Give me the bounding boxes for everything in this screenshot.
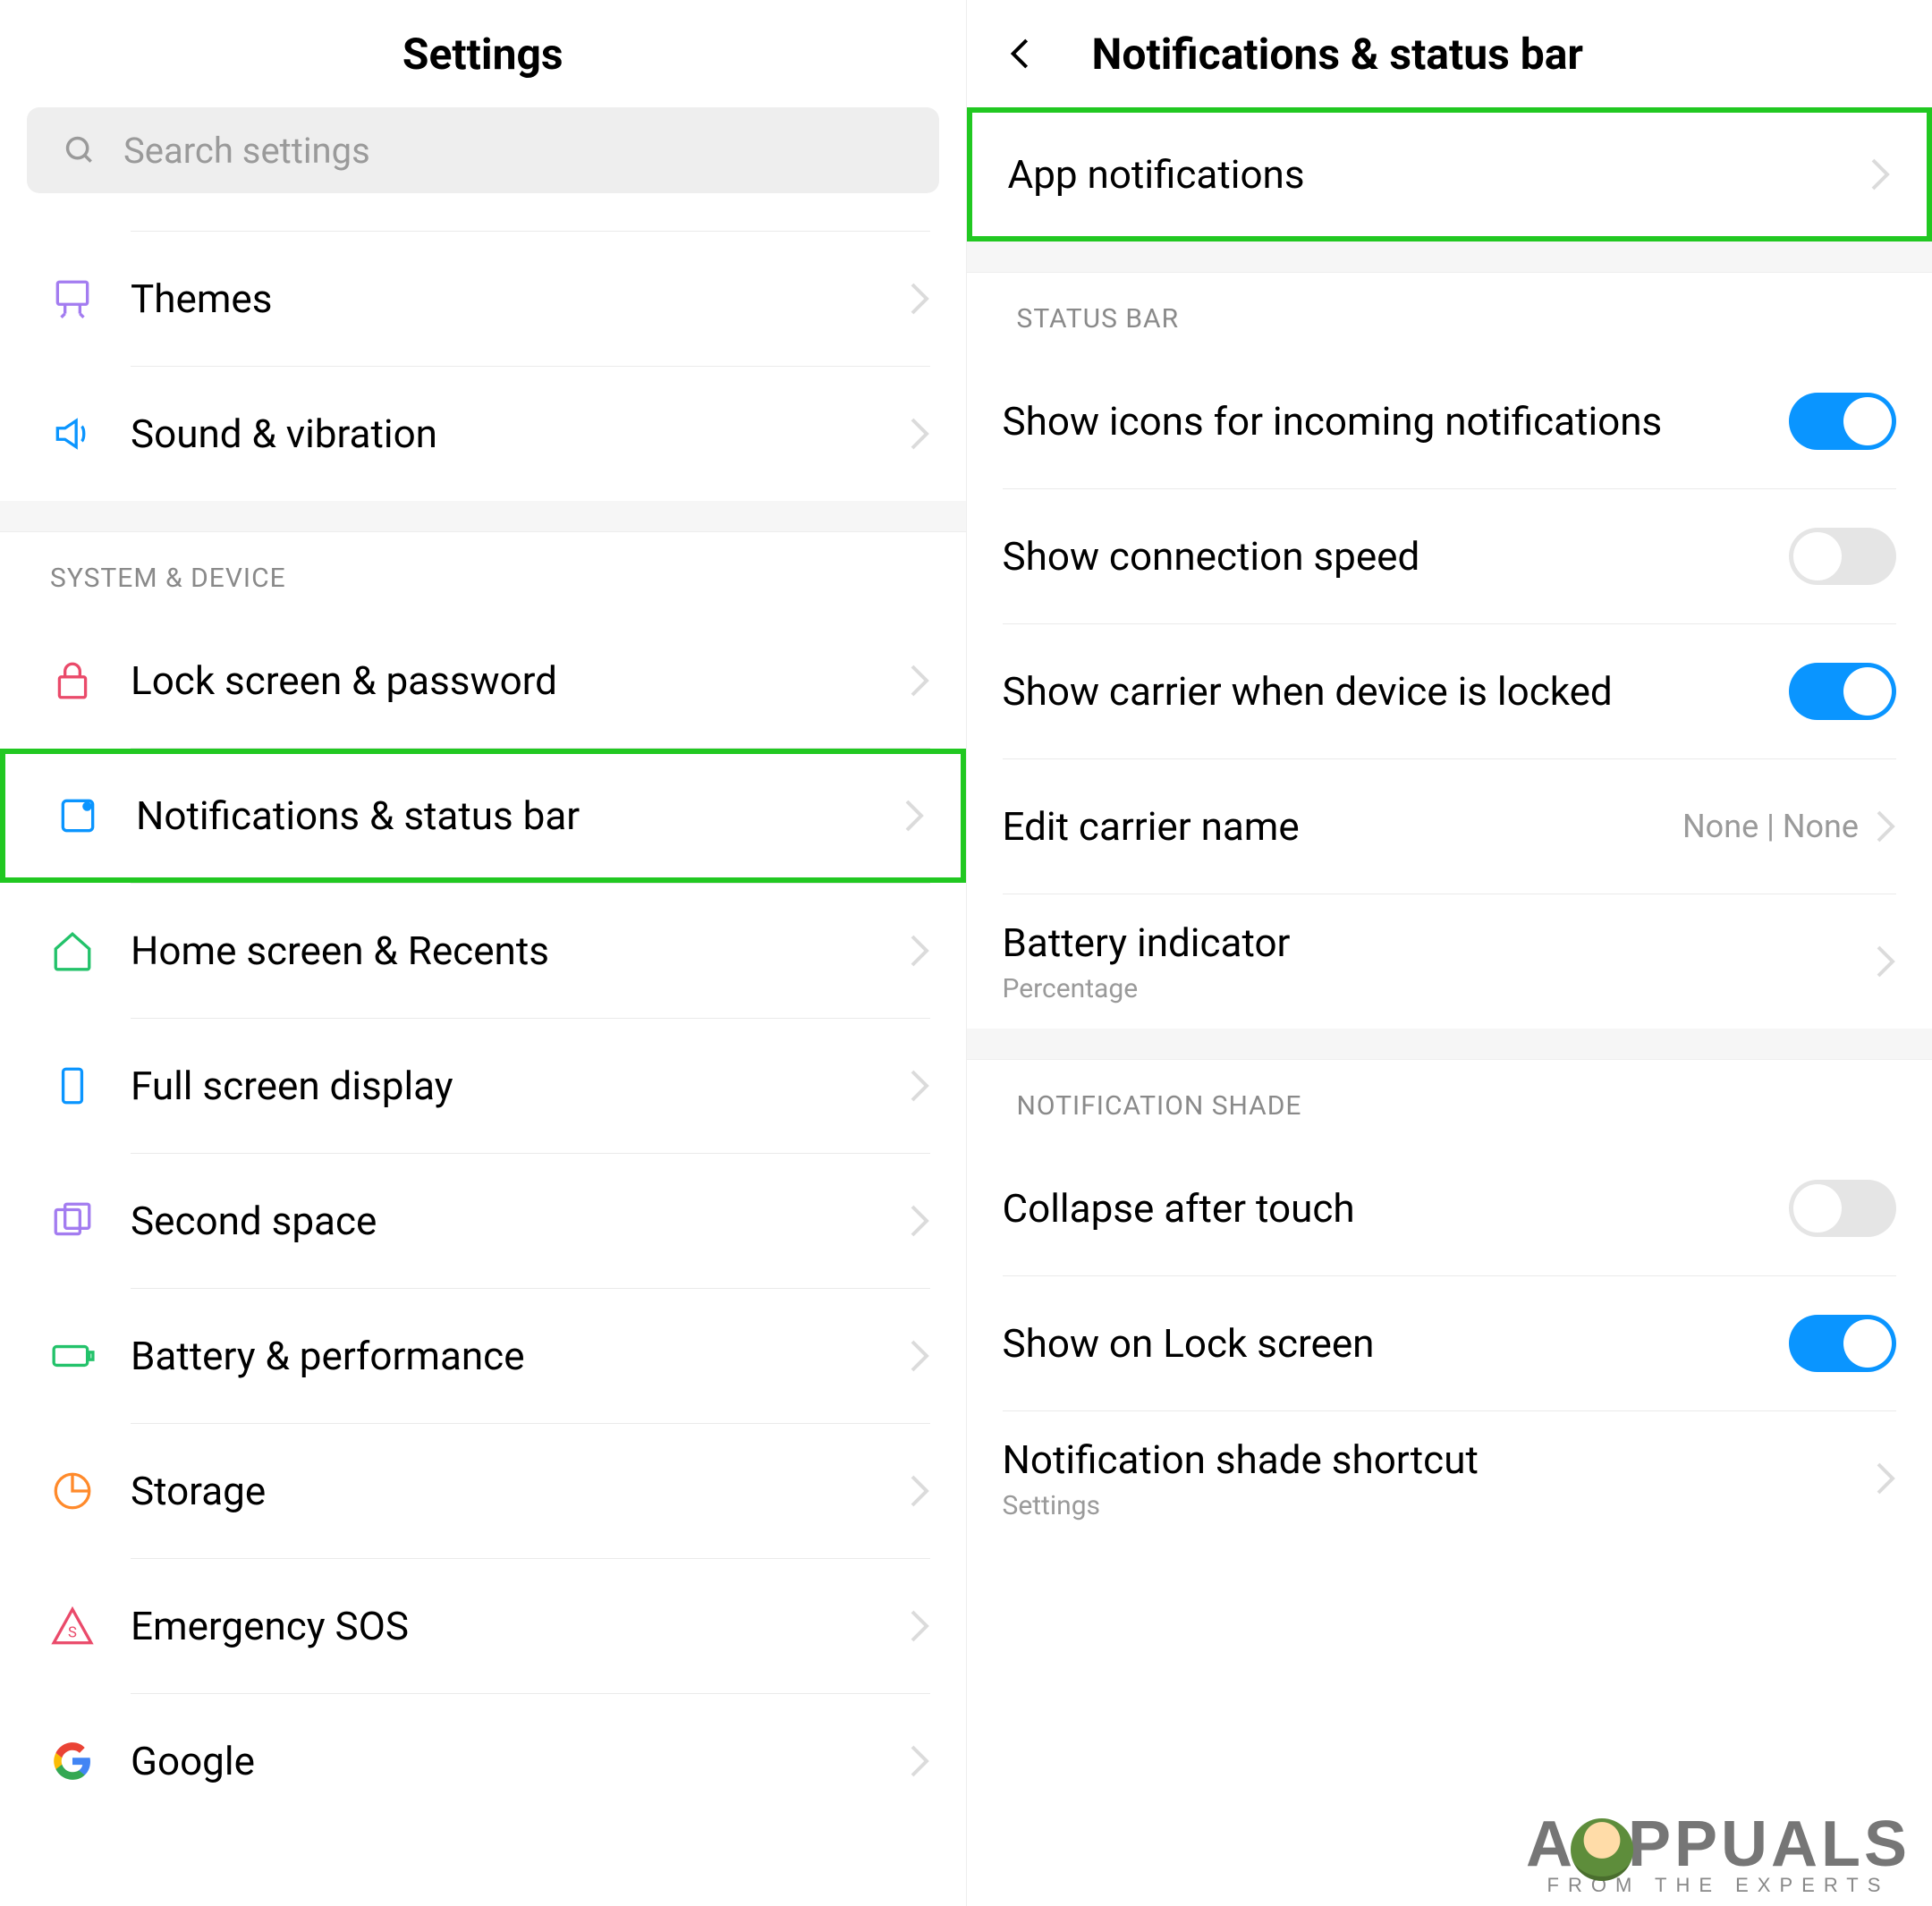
chevron-right-icon <box>909 1068 930 1104</box>
settings-item-label: Second space <box>131 1197 909 1246</box>
page-title: Settings <box>402 29 564 80</box>
chevron-right-icon <box>909 416 930 452</box>
settings-item-label: Battery & performance <box>131 1332 909 1381</box>
settings-item-label: Notification shade shortcut <box>1003 1436 1876 1485</box>
settings-item-label: Full screen display <box>131 1062 909 1111</box>
chevron-right-icon <box>909 663 930 699</box>
search-placeholder: Search settings <box>123 130 370 172</box>
settings-item-home-screen-recents[interactable]: Home screen & Recents <box>0 884 966 1018</box>
watermark: A PPUALS FROM THE EXPERTS <box>1526 1808 1911 1897</box>
settings-item-show-on-lock-screen[interactable]: Show on Lock screen <box>967 1276 1932 1410</box>
watermark-brand-pre: A <box>1526 1808 1576 1881</box>
settings-item-label: Battery indicator <box>1003 919 1876 968</box>
chevron-right-icon <box>903 798 925 834</box>
settings-item-battery-performance[interactable]: Battery & performance <box>0 1289 966 1423</box>
storage-icon <box>50 1469 95 1513</box>
notifications-status-bar-screen: Notifications & status bar App notificat… <box>967 0 1932 1906</box>
settings-item-label: Show carrier when device is locked <box>1003 667 1790 716</box>
sos-icon: S <box>50 1604 95 1648</box>
themes-icon <box>50 276 95 321</box>
settings-item-show-icons-incoming[interactable]: Show icons for incoming notifications <box>967 354 1932 488</box>
settings-item-label: Show connection speed <box>1003 532 1790 581</box>
chevron-right-icon <box>1875 944 1896 979</box>
toggle-connection-speed[interactable] <box>1789 528 1896 585</box>
settings-item-label: Google <box>131 1737 909 1786</box>
notifications-icon <box>55 793 100 838</box>
search-icon <box>63 133 97 167</box>
chevron-right-icon <box>1875 1461 1896 1496</box>
settings-item-label: Show on Lock screen <box>1003 1319 1790 1368</box>
title-bar: Settings <box>0 0 966 107</box>
settings-item-label: Show icons for incoming notifications <box>1003 397 1790 446</box>
toggle-show-lock-screen[interactable] <box>1789 1315 1896 1372</box>
chevron-right-icon <box>909 1203 930 1239</box>
settings-item-themes[interactable]: Themes <box>0 232 966 366</box>
settings-item-shade-shortcut[interactable]: Notification shade shortcut Settings <box>967 1411 1932 1546</box>
settings-item-label: Home screen & Recents <box>131 927 909 976</box>
page-title: Notifications & status bar <box>1092 29 1583 80</box>
home-icon <box>50 928 95 973</box>
watermark-logo-icon <box>1571 1818 1633 1881</box>
settings-item-battery-indicator[interactable]: Battery indicator Percentage <box>967 894 1932 1029</box>
settings-item-collapse-after-touch[interactable]: Collapse after touch <box>967 1141 1932 1275</box>
chevron-right-icon <box>909 281 930 317</box>
settings-item-app-notifications[interactable]: App notifications <box>967 107 1932 241</box>
toggle-show-icons[interactable] <box>1789 393 1896 450</box>
settings-item-label: App notifications <box>1008 150 1870 199</box>
settings-item-label: Lock screen & password <box>131 657 909 706</box>
settings-item-label: Edit carrier name <box>1003 802 1682 851</box>
sound-icon <box>50 411 95 456</box>
chevron-right-icon <box>909 933 930 969</box>
settings-item-emergency-sos[interactable]: S Emergency SOS <box>0 1559 966 1693</box>
settings-item-label: Themes <box>131 275 909 324</box>
settings-item-notifications-status-bar[interactable]: Notifications & status bar <box>0 749 966 883</box>
back-button[interactable] <box>1003 36 1038 72</box>
settings-item-sublabel: Settings <box>1003 1490 1876 1521</box>
section-header-system-device: SYSTEM & DEVICE <box>0 531 966 614</box>
watermark-tagline: FROM THE EXPERTS <box>1526 1874 1911 1897</box>
chevron-right-icon <box>1869 157 1891 192</box>
settings-item-storage[interactable]: Storage <box>0 1424 966 1558</box>
chevron-right-icon <box>909 1338 930 1374</box>
display-icon <box>50 1063 95 1108</box>
second-space-icon <box>50 1199 95 1243</box>
chevron-right-icon <box>909 1608 930 1644</box>
settings-screen: Settings Search settings Themes Sound & … <box>0 0 967 1906</box>
settings-item-label: Emergency SOS <box>131 1602 909 1651</box>
settings-item-edit-carrier-name[interactable]: Edit carrier name None | None <box>967 759 1932 894</box>
toggle-carrier-locked[interactable] <box>1789 663 1896 720</box>
settings-item-full-screen-display[interactable]: Full screen display <box>0 1019 966 1153</box>
chevron-right-icon <box>909 1743 930 1779</box>
settings-item-label: Notifications & status bar <box>136 792 903 841</box>
lock-icon <box>50 658 95 703</box>
watermark-brand-post: PPUALS <box>1628 1808 1911 1881</box>
settings-item-label: Storage <box>131 1467 909 1516</box>
settings-item-google[interactable]: Google <box>0 1694 966 1828</box>
settings-item-show-carrier-locked[interactable]: Show carrier when device is locked <box>967 624 1932 758</box>
carrier-name-value: None | None <box>1682 808 1859 845</box>
search-input[interactable]: Search settings <box>27 107 939 193</box>
battery-icon <box>50 1334 95 1378</box>
settings-item-label: Collapse after touch <box>1003 1184 1790 1233</box>
section-header-status-bar: STATUS BAR <box>967 272 1932 354</box>
google-icon <box>50 1739 95 1783</box>
settings-item-sublabel: Percentage <box>1003 973 1876 1004</box>
title-bar: Notifications & status bar <box>967 0 1932 107</box>
settings-item-show-connection-speed[interactable]: Show connection speed <box>967 489 1932 623</box>
chevron-right-icon <box>909 1473 930 1509</box>
toggle-collapse-touch[interactable] <box>1789 1180 1896 1237</box>
settings-item-label: Sound & vibration <box>131 410 909 459</box>
section-header-notification-shade: NOTIFICATION SHADE <box>967 1059 1932 1141</box>
settings-item-second-space[interactable]: Second space <box>0 1154 966 1288</box>
settings-item-lock-screen-password[interactable]: Lock screen & password <box>0 614 966 748</box>
chevron-right-icon <box>1875 809 1896 844</box>
svg-text:S: S <box>68 1625 77 1642</box>
settings-item-sound-vibration[interactable]: Sound & vibration <box>0 367 966 501</box>
